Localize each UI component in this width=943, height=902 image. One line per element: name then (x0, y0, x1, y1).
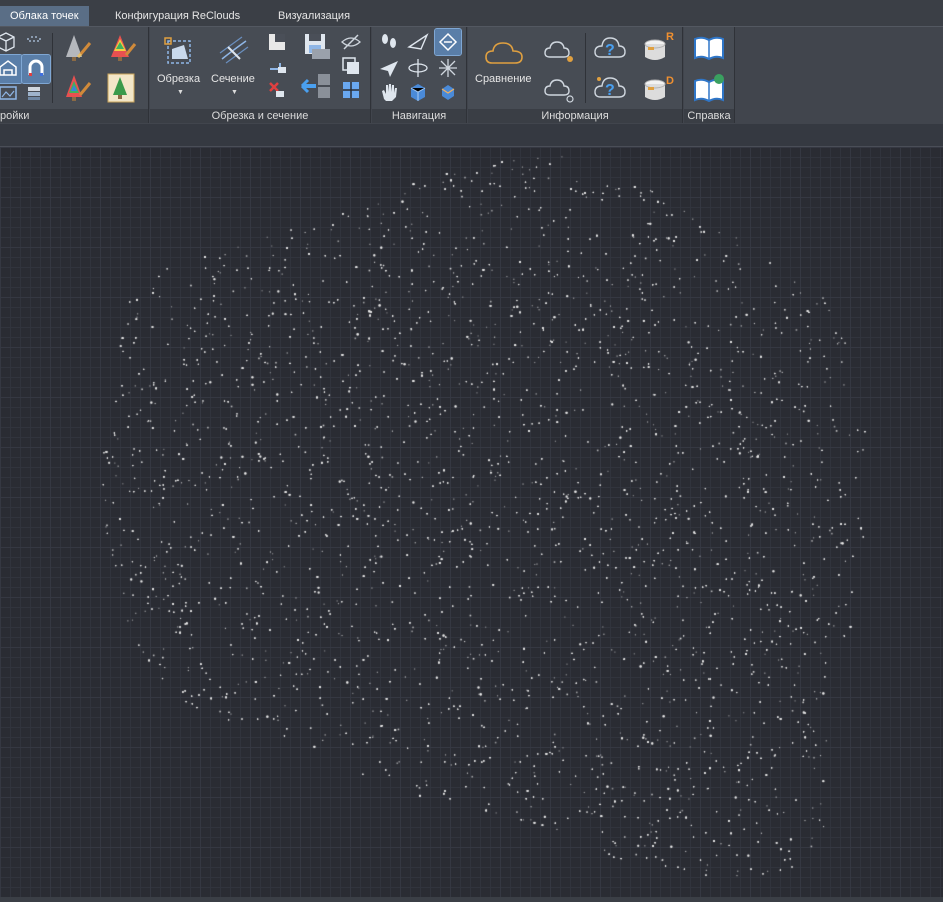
points-grid-icon[interactable] (20, 29, 48, 57)
panel-navigation: Навигация (372, 27, 467, 123)
status-strip (0, 897, 943, 902)
grid-view-icon[interactable] (340, 79, 362, 101)
section-dropdown-caret[interactable]: ▼ (231, 89, 238, 96)
panel-title-navigation: Навигация (372, 109, 466, 123)
svg-text:?: ? (605, 42, 615, 59)
point-cloud (0, 147, 943, 897)
cloud-distance-icon[interactable] (542, 35, 576, 65)
database-d-badge: D (666, 75, 674, 87)
gray-tree-brush-icon[interactable] (60, 31, 94, 65)
fly-icon[interactable] (405, 29, 431, 55)
panel-help: Справка (684, 27, 735, 123)
copy-clip-icon[interactable] (340, 55, 362, 77)
crop-icon[interactable] (162, 33, 198, 69)
tree-picture-icon[interactable] (104, 71, 138, 105)
crop-button-label[interactable]: Обрезка (157, 73, 200, 85)
clip-remove-icon[interactable] (266, 79, 288, 101)
tab-point-clouds[interactable]: Облака точек (0, 6, 89, 26)
blue-cube-icon[interactable] (405, 79, 431, 105)
section-button-label[interactable]: Сечение (211, 73, 255, 85)
svg-text:?: ? (605, 82, 615, 99)
rainbow-tree-brush-icon[interactable] (104, 31, 138, 65)
cloud-point-icon[interactable] (542, 75, 576, 105)
cloud-help-point-icon[interactable]: ? (592, 71, 628, 105)
compare-button-label[interactable]: Сравнение (475, 73, 532, 85)
point-cloud-viewport[interactable] (0, 147, 943, 897)
panel-title-clip-section: Обрезка и сечение (150, 109, 370, 123)
pointer-arrow-icon[interactable] (376, 55, 402, 81)
pan-hand-icon[interactable] (376, 79, 402, 105)
orbit-view-icon[interactable] (434, 28, 462, 56)
separator (585, 33, 586, 103)
panel-title-settings: ройки (0, 109, 148, 123)
database-r-badge: R (666, 31, 674, 43)
image-frame-icon[interactable] (0, 79, 22, 107)
ribbon-tab-bar: Облака точек Конфигурация ReClouds Визуа… (0, 0, 943, 26)
clip-arrow-icon[interactable] (266, 55, 288, 77)
cube-orbit-icon[interactable] (435, 79, 461, 105)
separator (52, 33, 53, 103)
explode-view-icon[interactable] (435, 55, 461, 81)
panel-clip-section: Обрезка ▼ Сечение ▼ Обрезка и сечение (150, 27, 371, 123)
crop-dropdown-caret[interactable]: ▼ (177, 89, 184, 96)
tab-visualization[interactable]: Визуализация (278, 6, 350, 26)
panel-settings: ройки (0, 27, 149, 123)
ribbon: ройки Обрезка ▼ Сечение ▼ Обрезка и сече… (0, 26, 943, 125)
colored-tree-brush-icon[interactable] (60, 71, 94, 105)
panel-title-information: Информация (468, 109, 682, 123)
rotate-icon[interactable] (405, 55, 431, 81)
compare-cloud-icon[interactable] (482, 33, 526, 73)
ribbon-collapse-bar (0, 124, 943, 147)
cube-icon[interactable] (0, 29, 20, 57)
cloud-help-icon[interactable]: ? (592, 31, 628, 65)
clip-box-icon[interactable] (266, 31, 288, 53)
layers-icon[interactable] (20, 79, 48, 107)
hide-eye-icon[interactable] (340, 31, 362, 53)
panel-information: Сравнение ? ? R D Информация (468, 27, 683, 123)
move-left-blocks-icon[interactable] (300, 71, 334, 101)
walk-footprints-icon[interactable] (376, 29, 402, 55)
section-icon[interactable] (216, 33, 252, 69)
help-book-icon[interactable] (692, 33, 726, 63)
save-disk-icon[interactable] (300, 31, 334, 61)
tab-reclouds-config[interactable]: Конфигурация ReClouds (115, 6, 240, 26)
panel-title-help: Справка (684, 109, 734, 123)
online-help-book-icon[interactable] (692, 73, 726, 103)
